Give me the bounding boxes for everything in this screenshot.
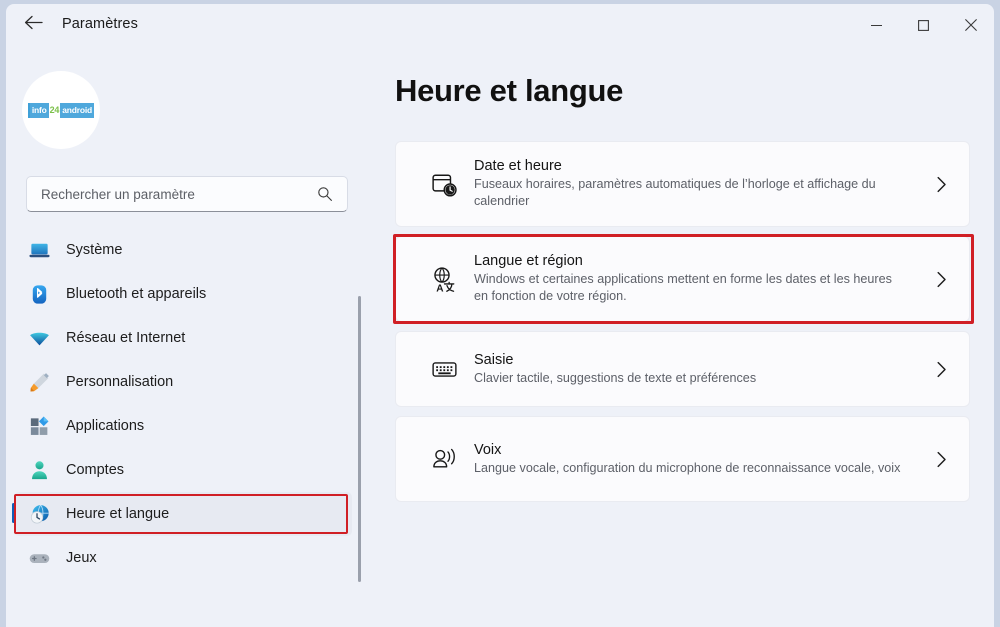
close-icon xyxy=(964,18,978,32)
paintbrush-icon xyxy=(26,369,52,395)
keyboard-icon xyxy=(414,356,474,383)
sidebar-item-label: Comptes xyxy=(66,462,125,478)
card-title: Saisie xyxy=(474,351,514,368)
sidebar-item-applications[interactable]: Applications xyxy=(14,404,352,448)
sidebar-scrollbar[interactable] xyxy=(358,296,361,582)
page-title: Heure et langue xyxy=(395,73,624,108)
card-description: Fuseaux horaires, paramètres automatique… xyxy=(474,177,876,208)
sidebar-item-label: Personnalisation xyxy=(66,374,174,390)
sidebar-nav: Système Bluetooth et appareils Réseau et… xyxy=(6,228,368,627)
sidebar-item-heure-et-langue[interactable]: Heure et langue xyxy=(12,492,352,536)
card-voix[interactable]: Voix Langue vocale, configuration du mic… xyxy=(395,416,970,502)
person-icon xyxy=(26,457,52,483)
sidebar-item-label: Heure et langue xyxy=(66,506,170,522)
calendar-clock-icon xyxy=(414,171,474,198)
sidebar: info 24 android Rechercher un paramètre … xyxy=(6,46,368,627)
bluetooth-icon xyxy=(26,281,52,307)
card-text: Date et heure Fuseaux horaires, paramètr… xyxy=(474,158,913,210)
card-title: Date et heure xyxy=(474,158,562,174)
window-controls xyxy=(853,4,994,46)
search-input[interactable] xyxy=(27,186,317,202)
chevron-right-icon[interactable] xyxy=(913,271,969,288)
chevron-right-icon[interactable] xyxy=(913,451,969,468)
main-content: Heure et langue Date et heure Fuseaux ho… xyxy=(368,46,994,627)
avatar-logo: info 24 android xyxy=(28,102,94,118)
card-description: Clavier tactile, suggestions de texte et… xyxy=(474,370,757,385)
card-text: Voix Langue vocale, configuration du mic… xyxy=(474,442,913,477)
avatar-logo-left: info xyxy=(29,102,49,118)
back-button[interactable] xyxy=(16,10,50,40)
speech-icon xyxy=(414,446,474,473)
card-text: Saisie Clavier tactile, suggestions de t… xyxy=(474,352,913,387)
sidebar-item-label: Réseau et Internet xyxy=(66,330,186,346)
globe-language-icon: A xyxy=(414,266,474,293)
title-bar: Paramètres xyxy=(6,4,994,46)
card-langue-et-region[interactable]: A Langue et région Windows et certaines … xyxy=(393,234,974,324)
settings-window: Paramètres info 24 android Rechercher un… xyxy=(6,4,994,627)
settings-card-list: Date et heure Fuseaux horaires, paramètr… xyxy=(393,141,974,511)
avatar-logo-mid: 24 xyxy=(48,102,61,118)
sidebar-item-systeme[interactable]: Système xyxy=(14,228,352,272)
card-description: Langue vocale, configuration du micropho… xyxy=(474,460,901,475)
sidebar-item-label: Applications xyxy=(66,418,145,434)
search-icon xyxy=(317,186,347,202)
clock-globe-icon xyxy=(26,501,52,527)
apps-icon xyxy=(26,413,52,439)
svg-text:A: A xyxy=(436,283,444,293)
card-saisie[interactable]: Saisie Clavier tactile, suggestions de t… xyxy=(395,331,970,407)
maximize-button[interactable] xyxy=(900,4,947,46)
sidebar-item-label: Bluetooth et appareils xyxy=(66,286,207,302)
card-title: Voix xyxy=(474,441,502,458)
close-button[interactable] xyxy=(947,4,994,46)
card-description: Windows et certaines applications metten… xyxy=(474,272,892,303)
search-box[interactable] xyxy=(26,176,348,212)
chevron-right-icon[interactable] xyxy=(913,361,969,378)
sidebar-item-comptes[interactable]: Comptes xyxy=(14,448,352,492)
card-title: Langue et région xyxy=(474,253,583,269)
card-date-et-heure[interactable]: Date et heure Fuseaux horaires, paramètr… xyxy=(395,141,970,227)
sidebar-item-jeux[interactable]: Jeux xyxy=(14,536,352,580)
sidebar-item-reseau[interactable]: Réseau et Internet xyxy=(14,316,352,360)
window-title: Paramètres xyxy=(62,16,138,32)
chevron-right-icon[interactable] xyxy=(913,176,969,193)
minimize-icon xyxy=(870,19,883,32)
gamepad-icon xyxy=(26,545,52,571)
back-arrow-icon xyxy=(24,15,43,35)
minimize-button[interactable] xyxy=(853,4,900,46)
maximize-icon xyxy=(917,19,930,32)
sidebar-item-personnalisation[interactable]: Personnalisation xyxy=(14,360,352,404)
wifi-icon xyxy=(26,325,52,351)
sidebar-item-bluetooth[interactable]: Bluetooth et appareils xyxy=(14,272,352,316)
laptop-icon xyxy=(26,237,52,263)
sidebar-item-label: Jeux xyxy=(66,550,97,566)
avatar-logo-right: android xyxy=(60,102,94,118)
card-text: Langue et région Windows et certaines ap… xyxy=(474,253,913,305)
avatar[interactable]: info 24 android xyxy=(22,71,100,149)
sidebar-item-label: Système xyxy=(66,242,123,258)
